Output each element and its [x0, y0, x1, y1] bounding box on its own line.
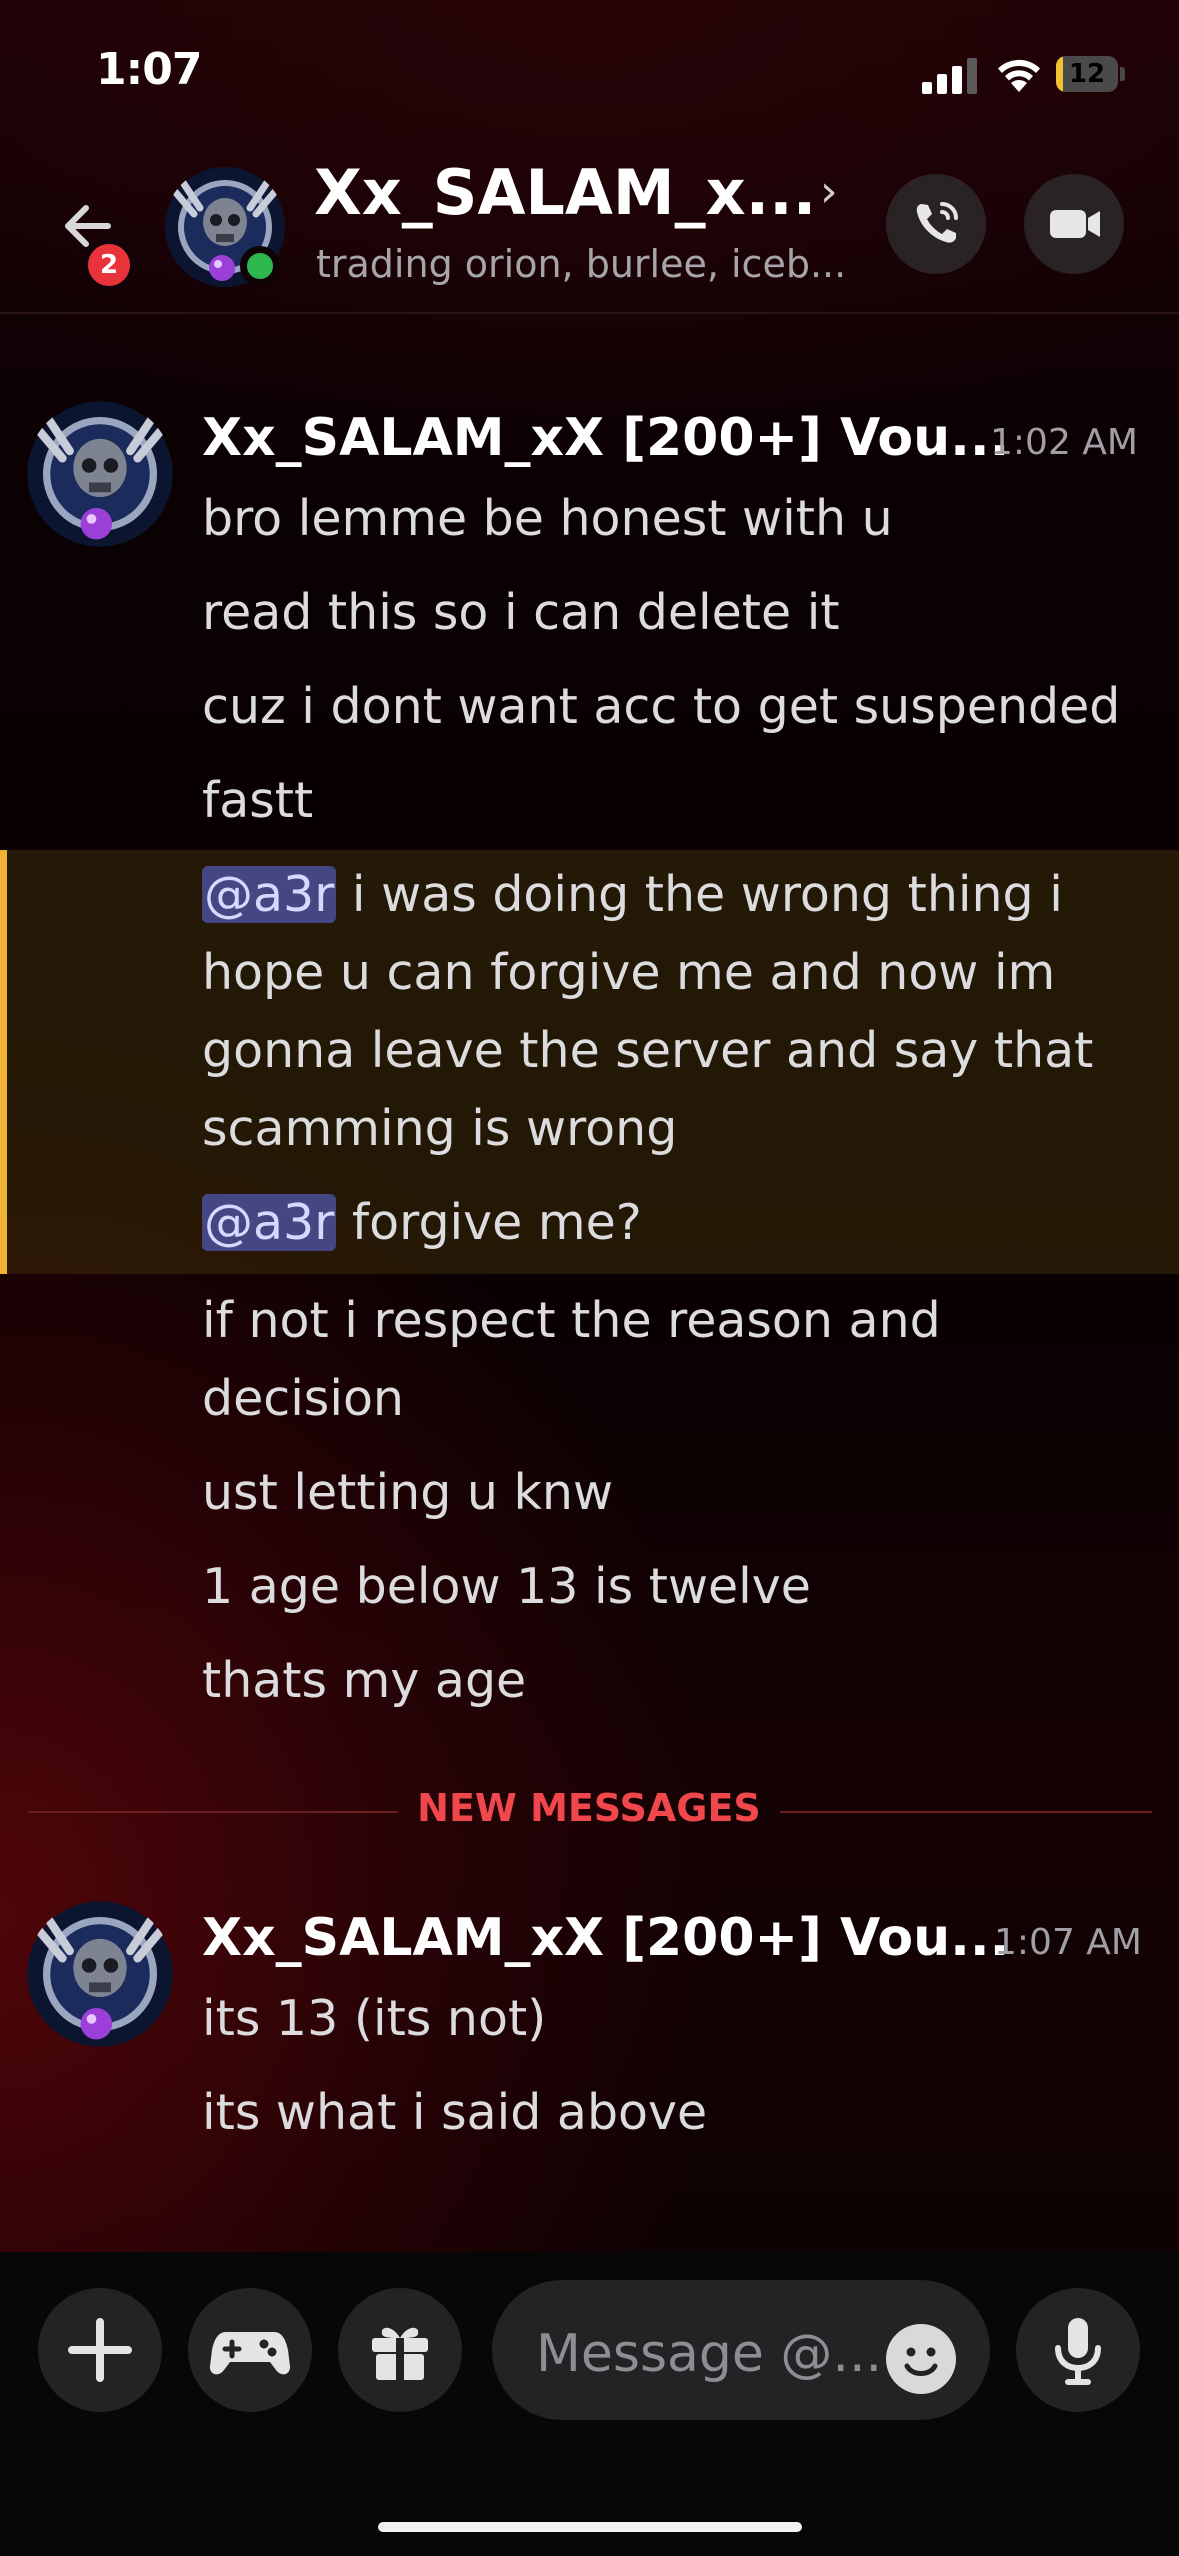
status-time: 1:07: [96, 44, 202, 95]
add-attachment-button[interactable]: [38, 2288, 162, 2412]
message-line: @a3r i was doing the wrong thing i: [202, 866, 1063, 923]
message-author-avatar[interactable]: [26, 1900, 174, 2048]
voice-message-button[interactable]: [1016, 2288, 1140, 2412]
dm-title[interactable]: Xx_SALAM_x...: [314, 156, 816, 229]
online-status-dot: [240, 246, 280, 286]
chevron-right-icon[interactable]: ›: [820, 166, 838, 217]
dm-members-subtitle[interactable]: trading orion, burlee, iceb...: [316, 242, 846, 286]
video-call-button[interactable]: [1024, 174, 1124, 274]
skull-emblem-icon: [27, 401, 173, 547]
message-text: forgive me?: [336, 1194, 642, 1251]
dm-header: 2 Xx_SALAM_x... › trading orion, burlee,…: [0, 150, 1179, 314]
new-messages-divider-line: [28, 1811, 398, 1813]
message-line: cuz i dont want acc to get suspended: [202, 678, 1121, 735]
message-author-name[interactable]: Xx_SALAM_xX [200+] Vou...: [202, 408, 1009, 468]
status-bar: 1:07 12: [0, 0, 1179, 150]
message-timestamp: 1:02 AM: [990, 422, 1138, 463]
message-line: decision: [202, 1370, 404, 1427]
phone-call-icon: [916, 202, 958, 243]
voice-call-button[interactable]: [886, 174, 986, 274]
cellular-signal-icon: [922, 58, 977, 94]
message-line: read this so i can delete it: [202, 584, 840, 641]
new-messages-divider: NEW MESSAGES: [417, 1786, 761, 1830]
message-line: gonna leave the server and say that: [202, 1022, 1094, 1079]
emoji-button[interactable]: [886, 2324, 956, 2394]
emoji-face-icon: [904, 2347, 938, 2376]
message-line: its 13 (its not): [202, 1990, 547, 2047]
battery-percent: 12: [1068, 59, 1106, 89]
wifi-icon: [998, 59, 1040, 92]
message-timestamp: 1:07 AM: [994, 1922, 1142, 1963]
mention-highlight-bar: [0, 850, 7, 1274]
microphone-icon: [1055, 2318, 1101, 2385]
gift-icon: [372, 2327, 428, 2380]
message-line: bro lemme be honest with u: [202, 490, 893, 547]
message-composer: Message @...: [0, 2252, 1179, 2556]
message-line: fastt: [202, 772, 314, 829]
video-camera-icon: [1050, 210, 1100, 238]
message-line: @a3r forgive me?: [202, 1194, 642, 1251]
message-author-avatar[interactable]: [26, 400, 174, 548]
message-input-placeholder: Message @...: [536, 2324, 883, 2384]
user-mention[interactable]: @a3r: [202, 1194, 337, 1251]
activities-button[interactable]: [188, 2288, 312, 2412]
message-line: hope u can forgive me and now im: [202, 944, 1056, 1001]
skull-emblem-icon: [27, 1901, 173, 2047]
plus-icon: [68, 2318, 132, 2382]
home-indicator: [378, 2522, 802, 2532]
unread-badge: 2: [84, 240, 134, 290]
message-author-name[interactable]: Xx_SALAM_xX [200+] Vou...: [202, 1908, 1009, 1968]
battery-icon: 12: [1056, 56, 1126, 92]
new-messages-divider-line: [780, 1811, 1152, 1813]
message-line: its what i said above: [202, 2084, 708, 2141]
message-line: thats my age: [202, 1652, 527, 1709]
message-input[interactable]: Message @...: [492, 2280, 990, 2420]
user-mention[interactable]: @a3r: [202, 866, 337, 923]
message-line: if not i respect the reason and: [202, 1292, 941, 1349]
message-line: ust letting u knw: [202, 1464, 614, 1521]
gift-button[interactable]: [338, 2288, 462, 2412]
gamepad-icon: [209, 2332, 291, 2375]
message-line: scamming is wrong: [202, 1100, 678, 1157]
message-line: 1 age below 13 is twelve: [202, 1558, 811, 1615]
message-text: i was doing the wrong thing i: [336, 866, 1063, 923]
